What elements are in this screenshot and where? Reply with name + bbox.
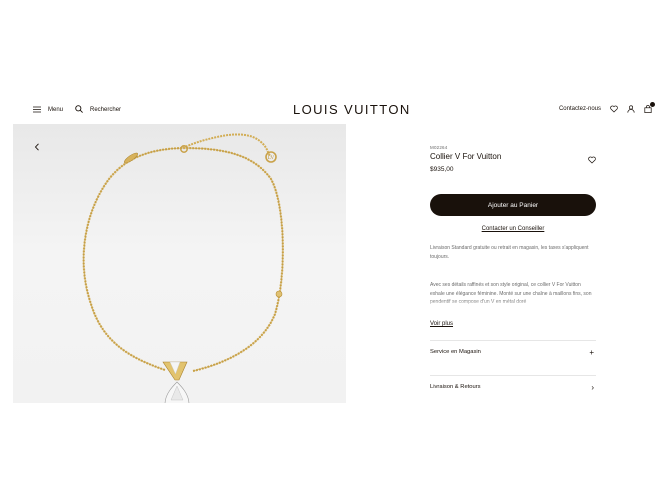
shipping-note: Livraison Standard gratuite ou retrait e… xyxy=(430,245,589,260)
header-right: Contactez-nous xyxy=(550,102,655,113)
brand-logo[interactable]: LOUIS VUITTON xyxy=(293,102,411,117)
add-to-wishlist-button[interactable] xyxy=(588,151,596,169)
menu-button[interactable]: Menu xyxy=(33,106,63,115)
search-icon xyxy=(75,105,83,115)
see-more-link[interactable]: Voir plus xyxy=(430,321,453,327)
svg-text:LV: LV xyxy=(268,156,275,161)
search-label: Rechercher xyxy=(90,107,122,113)
shopping-bag-button[interactable] xyxy=(644,102,655,113)
product-page: Menu Rechercher LOUIS VUITTON Contactez-… xyxy=(13,98,656,403)
product-sku: M02264 xyxy=(430,145,448,150)
description-fade xyxy=(430,299,596,309)
wishlist-icon[interactable] xyxy=(610,105,618,113)
plus-icon: + xyxy=(589,347,594,357)
header-left: Menu Rechercher xyxy=(33,105,133,115)
add-to-cart-button[interactable]: Ajouter au Panier xyxy=(430,194,596,216)
necklace-image: LV xyxy=(82,133,284,403)
accordion-store-service[interactable]: Service en Magasin + xyxy=(430,340,596,363)
accordion-label: Livraison & Retours xyxy=(430,384,481,390)
chevron-right-icon: › xyxy=(591,382,594,392)
bag-count-badge xyxy=(650,102,655,107)
search-button[interactable]: Rechercher xyxy=(75,105,121,115)
product-image-panel: LV xyxy=(13,124,346,403)
product-description: Avec ses détails raffinés et son style o… xyxy=(430,281,596,309)
product-title: Collier V For Vuitton xyxy=(430,152,502,161)
account-icon[interactable] xyxy=(627,105,635,113)
site-header: Menu Rechercher LOUIS VUITTON Contactez-… xyxy=(13,98,656,124)
contact-advisor-link[interactable]: Contacter un Conseiller xyxy=(430,226,596,232)
product-price: $935,00 xyxy=(430,166,454,173)
menu-label: Menu xyxy=(48,107,64,113)
accordion-delivery-returns[interactable]: Livraison & Retours › xyxy=(430,375,596,398)
accordion-label: Service en Magasin xyxy=(430,349,481,355)
product-info: M02264 Collier V For Vuitton $935,00 Ajo… xyxy=(430,145,596,392)
hamburger-icon xyxy=(33,106,41,115)
contact-link[interactable]: Contactez-nous xyxy=(559,106,601,112)
heart-icon xyxy=(588,156,596,164)
